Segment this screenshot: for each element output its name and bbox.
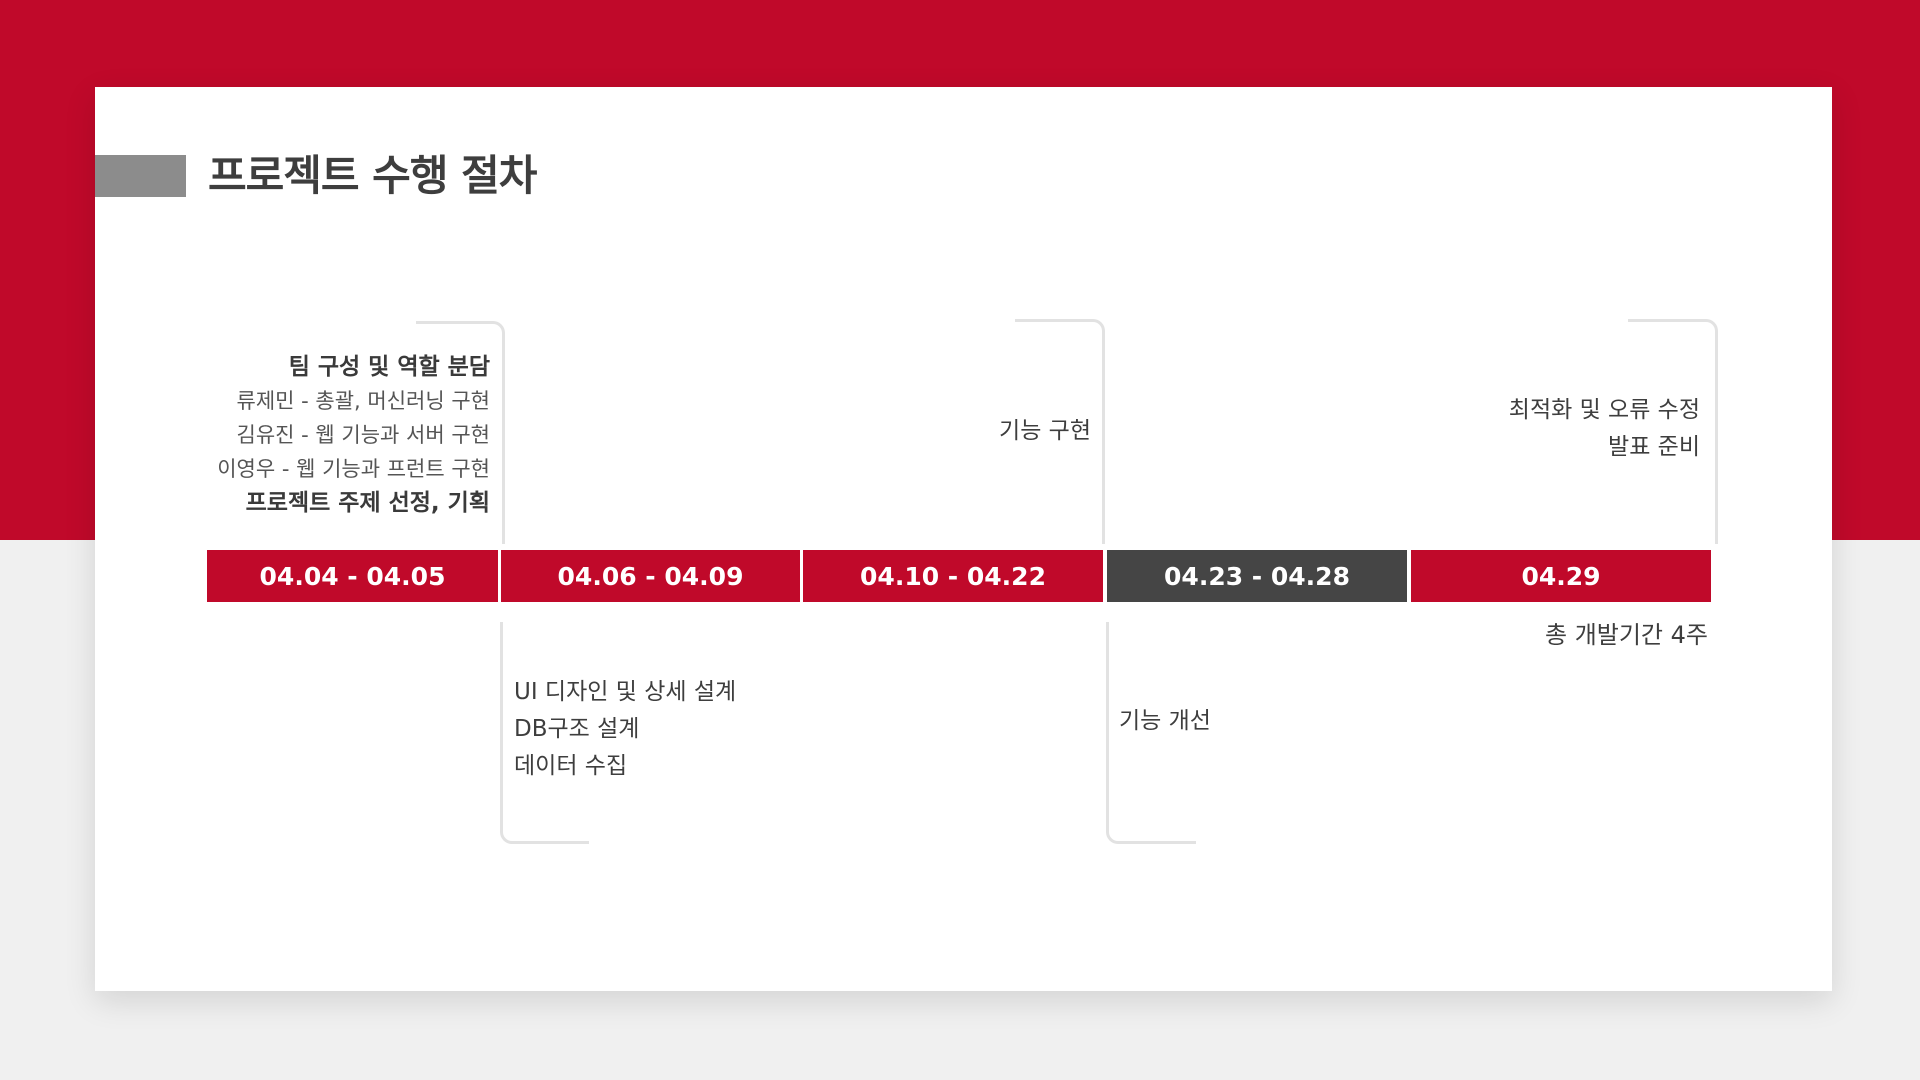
timeline-segment-2: 04.06 - 04.09: [501, 550, 800, 602]
timeline-segment-3: 04.10 - 04.22: [803, 550, 1103, 602]
phase3-line-1: 기능 구현: [999, 418, 1091, 444]
timeline-segment-4: 04.23 - 04.28: [1107, 550, 1407, 602]
phase1-line-2: 류제민 - 총괄, 머신러닝 구현: [236, 389, 490, 413]
phase1-line-1: 팀 구성 및 역할 분담: [288, 354, 490, 380]
timeline-segment-1: 04.04 - 04.05: [207, 550, 498, 602]
phase5-line-1: 최적화 및 오류 수정: [1508, 397, 1700, 423]
timeline-segment-5: 04.29: [1411, 550, 1711, 602]
phase1-line-5: 프로젝트 주제 선정, 기획: [245, 490, 490, 516]
phase4-text: 기능 개선: [1119, 703, 1211, 740]
phase4-line-1: 기능 개선: [1119, 708, 1211, 734]
phase1-line-4: 이영우 - 웹 기능과 프런트 구현: [217, 457, 490, 481]
slide-card: [95, 87, 1832, 991]
total-duration: 총 개발기간 4주: [1544, 621, 1708, 649]
page-title: 프로젝트 수행 절차: [208, 151, 537, 200]
phase2-line-2: DB구조 설계: [514, 716, 640, 742]
phase2-line-1: UI 디자인 및 상세 설계: [514, 679, 737, 705]
phase1-text: 팀 구성 및 역할 분담 류제민 - 총괄, 머신러닝 구현 김유진 - 웹 기…: [217, 350, 490, 520]
phase5-line-2: 발표 준비: [1608, 434, 1700, 460]
phase1-line-3: 김유진 - 웹 기능과 서버 구현: [236, 423, 490, 447]
phase5-text: 최적화 및 오류 수정 발표 준비: [1509, 392, 1700, 466]
phase2-line-3: 데이터 수집: [514, 753, 628, 779]
title-accent-bar: [95, 155, 186, 197]
phase2-text: UI 디자인 및 상세 설계 DB구조 설계 데이터 수집: [514, 674, 736, 785]
phase3-text: 기능 구현: [999, 413, 1091, 450]
